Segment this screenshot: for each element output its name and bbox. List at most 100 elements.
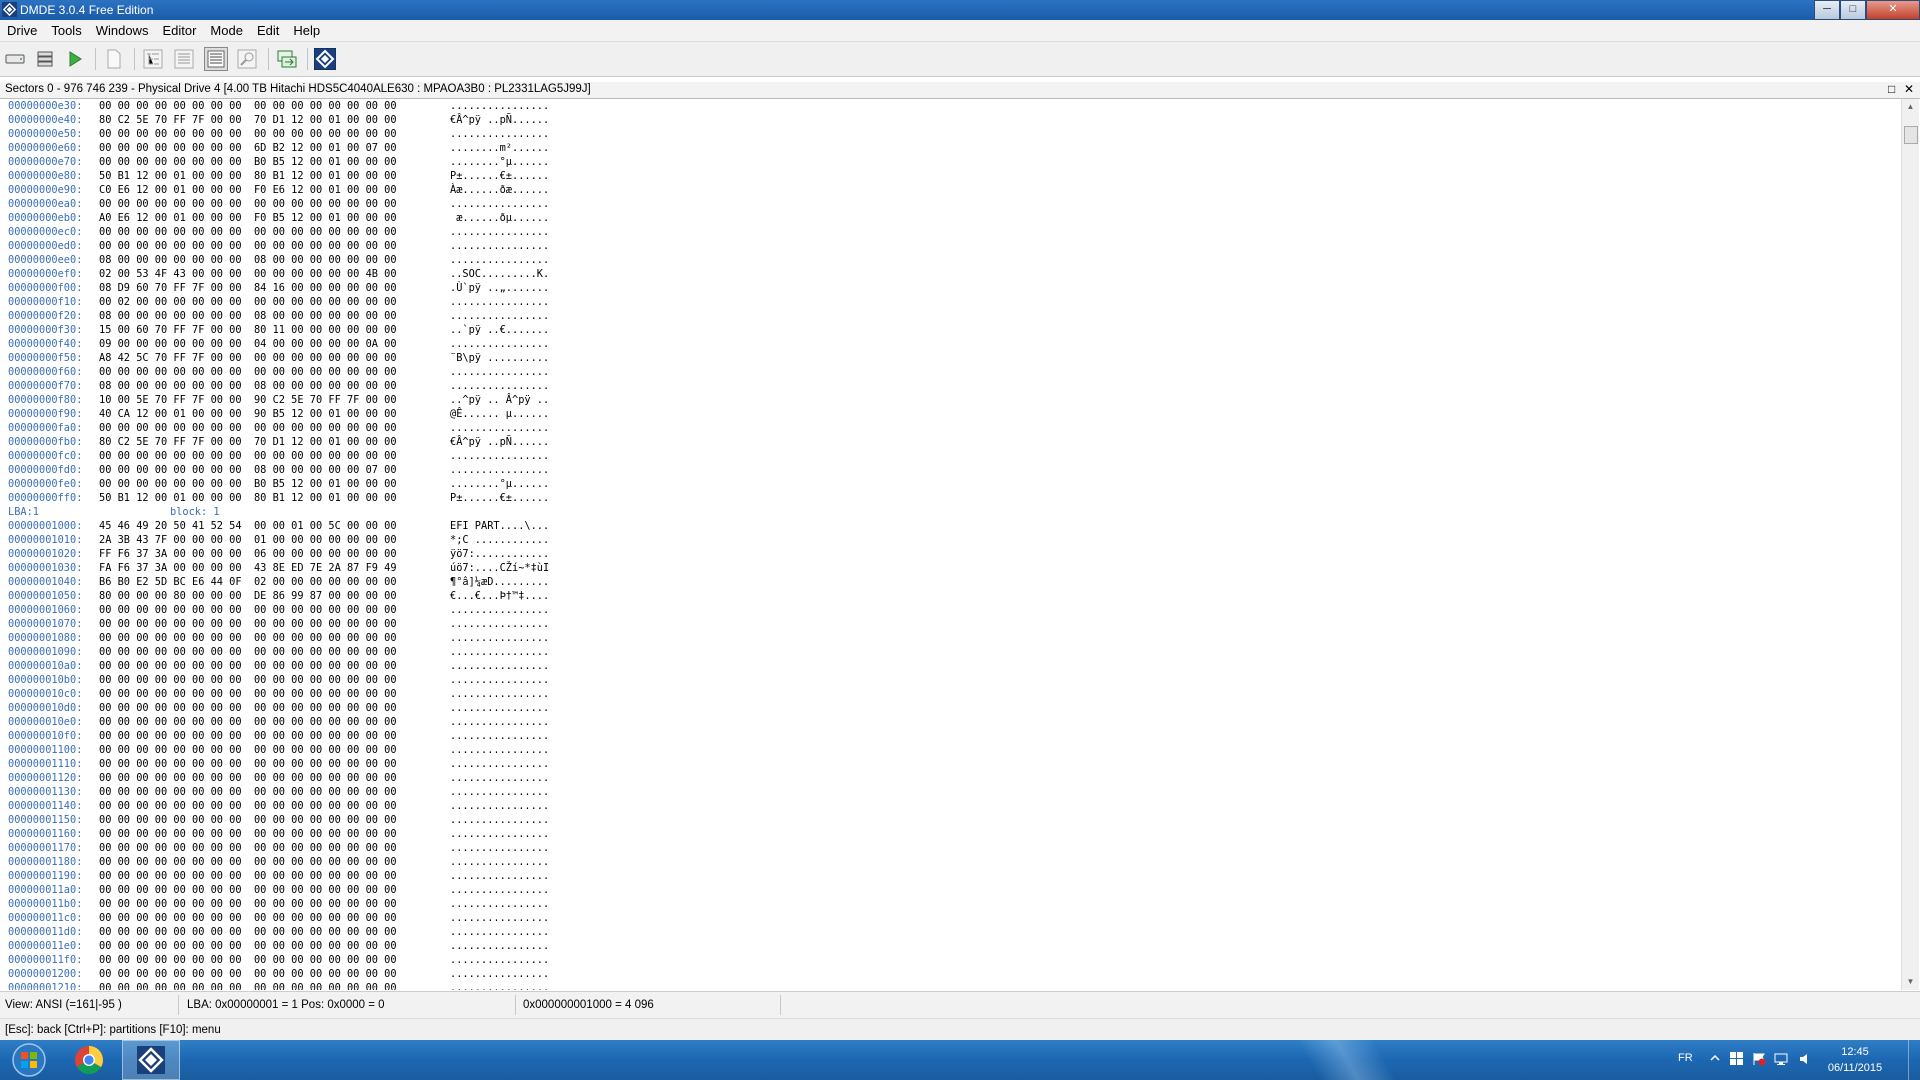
hex-row[interactable]: 00000001090: 00 00 00 00 00 00 00 00 00 0…	[0, 645, 1900, 659]
clock[interactable]: 12:45 06/11/2015	[1825, 1044, 1885, 1076]
close-button[interactable]: ✕	[1866, 0, 1920, 20]
ascii-text[interactable]: ................	[450, 729, 549, 743]
ascii-text[interactable]: ................	[450, 813, 549, 827]
menu-editor[interactable]: Editor	[155, 20, 203, 38]
hex-row[interactable]: 00000001210: 00 00 00 00 00 00 00 00 00 0…	[0, 981, 1900, 990]
hex-row[interactable]: 00000000e30: 00 00 00 00 00 00 00 00 00 0…	[0, 99, 1900, 113]
hex-row[interactable]: 00000000ff0: 50 B1 12 00 01 00 00 00 80 B…	[0, 491, 1900, 505]
hex-bytes[interactable]: FF F6 37 3A 00 00 00 00 06 00 00 00 00 0…	[99, 547, 397, 561]
ascii-text[interactable]: ........°µ......	[450, 477, 549, 491]
ascii-text[interactable]: ................	[450, 869, 549, 883]
volume-icon[interactable]	[1798, 1052, 1812, 1069]
hex-bytes[interactable]: 50 B1 12 00 01 00 00 00 80 B1 12 00 01 0…	[99, 169, 397, 183]
lba-marker-row[interactable]: LBA:1 block: 1	[0, 505, 1900, 519]
ascii-text[interactable]: ................	[450, 967, 549, 981]
hex-bytes[interactable]: 00 00 00 00 00 00 00 00 00 00 00 00 00 0…	[99, 883, 397, 897]
hex-bytes[interactable]: 00 00 00 00 00 00 00 00 00 00 00 00 00 0…	[99, 785, 397, 799]
hex-row[interactable]: 00000000ea0: 00 00 00 00 00 00 00 00 00 0…	[0, 197, 1900, 211]
ascii-text[interactable]: P±......€±......	[450, 491, 549, 505]
hex-bytes[interactable]: 00 00 00 00 00 00 00 00 00 00 00 00 00 0…	[99, 855, 397, 869]
menu-edit[interactable]: Edit	[250, 20, 286, 38]
ascii-text[interactable]: ................	[450, 981, 549, 990]
hex-bytes[interactable]: 40 CA 12 00 01 00 00 00 90 B5 12 00 01 0…	[99, 407, 397, 421]
ascii-text[interactable]: ................	[450, 365, 549, 379]
hex-bytes[interactable]: 00 00 00 00 00 00 00 00 00 00 00 00 00 0…	[99, 673, 397, 687]
hex-view[interactable]: 00000000e30: 00 00 00 00 00 00 00 00 00 0…	[0, 99, 1900, 990]
panel-restore-button[interactable]: □	[1888, 82, 1895, 96]
ascii-text[interactable]: ................	[450, 337, 549, 351]
hex-row[interactable]: 00000001000: 45 46 49 20 50 41 52 54 00 0…	[0, 519, 1900, 533]
ascii-text[interactable]: úö7:....CŽí~*‡ùI	[450, 561, 549, 575]
play-icon[interactable]	[63, 47, 87, 71]
ascii-text[interactable]: ................	[450, 617, 549, 631]
show-desktop-button[interactable]	[1908, 1040, 1920, 1080]
hex-row[interactable]: 000000011a0: 00 00 00 00 00 00 00 00 00 0…	[0, 883, 1900, 897]
hex-row[interactable]: 00000000fc0: 00 00 00 00 00 00 00 00 00 0…	[0, 449, 1900, 463]
hex-row[interactable]: 00000000f50: A8 42 5C 70 FF 7F 00 00 00 0…	[0, 351, 1900, 365]
hex-bytes[interactable]: 00 00 00 00 00 00 00 00 00 00 00 00 00 0…	[99, 197, 397, 211]
ascii-text[interactable]: ................	[450, 757, 549, 771]
ascii-text[interactable]: ................	[450, 99, 549, 113]
hex-bytes[interactable]: 00 00 00 00 00 00 00 00 00 00 00 00 00 0…	[99, 701, 397, 715]
hex-bytes[interactable]: 00 00 00 00 00 00 00 00 00 00 00 00 00 0…	[99, 659, 397, 673]
hex-row[interactable]: 00000000f80: 10 00 5E 70 FF 7F 00 00 90 C…	[0, 393, 1900, 407]
ascii-text[interactable]: .Ù`pÿ ..„.......	[450, 281, 549, 295]
ascii-text[interactable]: Àæ......ðæ......	[450, 183, 549, 197]
ascii-text[interactable]: ................	[450, 379, 549, 393]
ascii-text[interactable]: ................	[450, 253, 549, 267]
hex-row[interactable]: 00000000eb0: A0 E6 12 00 01 00 00 00 F0 B…	[0, 211, 1900, 225]
hex-bytes[interactable]: 00 00 00 00 00 00 00 00 00 00 00 00 00 0…	[99, 617, 397, 631]
hex-row[interactable]: 00000000f60: 00 00 00 00 00 00 00 00 00 0…	[0, 365, 1900, 379]
hex-row[interactable]: 00000000f70: 08 00 00 00 00 00 00 00 08 0…	[0, 379, 1900, 393]
tree-view-icon[interactable]	[141, 47, 165, 71]
hex-bytes[interactable]: 50 B1 12 00 01 00 00 00 80 B1 12 00 01 0…	[99, 491, 397, 505]
hex-bytes[interactable]: 00 00 00 00 00 00 00 00 00 00 00 00 00 0…	[99, 365, 397, 379]
ascii-text[interactable]: €Â^pÿ ..pÑ......	[450, 435, 549, 449]
hex-bytes[interactable]: A8 42 5C 70 FF 7F 00 00 00 00 00 00 00 0…	[99, 351, 397, 365]
ascii-text[interactable]: ................	[450, 449, 549, 463]
hex-row[interactable]: 00000001120: 00 00 00 00 00 00 00 00 00 0…	[0, 771, 1900, 785]
hex-row[interactable]: 00000000f40: 09 00 00 00 00 00 00 00 04 0…	[0, 337, 1900, 351]
hex-bytes[interactable]: 00 00 00 00 00 00 00 00 00 00 00 00 00 0…	[99, 449, 397, 463]
ascii-text[interactable]: æ......ðµ......	[450, 211, 549, 225]
hex-bytes[interactable]: 00 00 00 00 00 00 00 00 00 00 00 00 00 0…	[99, 939, 397, 953]
partitions-icon[interactable]	[33, 47, 57, 71]
hex-row[interactable]: 00000001130: 00 00 00 00 00 00 00 00 00 0…	[0, 785, 1900, 799]
ascii-text[interactable]: ................	[450, 799, 549, 813]
language-indicator[interactable]: FR	[1678, 1052, 1693, 1064]
hex-bytes[interactable]: 15 00 60 70 FF 7F 00 00 80 11 00 00 00 0…	[99, 323, 397, 337]
ascii-text[interactable]: *;C ............	[450, 533, 549, 547]
hex-bytes[interactable]: 00 00 00 00 00 00 00 00 6D B2 12 00 01 0…	[99, 141, 397, 155]
hex-bytes[interactable]: 00 00 00 00 00 00 00 00 00 00 00 00 00 0…	[99, 981, 397, 990]
hex-bytes[interactable]: 00 00 00 00 00 00 00 00 00 00 00 00 00 0…	[99, 421, 397, 435]
ascii-text[interactable]: ................	[450, 883, 549, 897]
ascii-text[interactable]: ................	[450, 827, 549, 841]
ascii-text[interactable]: P±......€±......	[450, 169, 549, 183]
hex-bytes[interactable]: 02 00 53 4F 43 00 00 00 00 00 00 00 00 0…	[99, 267, 397, 281]
dmde-logo-icon[interactable]	[313, 47, 337, 71]
ascii-text[interactable]: ÿö7:............	[450, 547, 549, 561]
ascii-text[interactable]: ................	[450, 127, 549, 141]
hex-bytes[interactable]: 80 00 00 00 80 00 00 00 DE 86 99 87 00 0…	[99, 589, 397, 603]
show-hidden-icons-icon[interactable]	[1710, 1053, 1720, 1066]
hex-row[interactable]: 00000001080: 00 00 00 00 00 00 00 00 00 0…	[0, 631, 1900, 645]
action-center-flag-icon[interactable]	[1752, 1052, 1766, 1069]
ascii-text[interactable]: ................	[450, 309, 549, 323]
hex-row[interactable]: 00000000f20: 08 00 00 00 00 00 00 00 08 0…	[0, 309, 1900, 323]
hex-bytes[interactable]: 80 C2 5E 70 FF 7F 00 00 70 D1 12 00 01 0…	[99, 113, 397, 127]
new-file-icon[interactable]	[102, 47, 126, 71]
hex-row[interactable]: 00000001110: 00 00 00 00 00 00 00 00 00 0…	[0, 757, 1900, 771]
hex-bytes[interactable]: 00 00 00 00 00 00 00 00 00 00 00 00 00 0…	[99, 743, 397, 757]
ascii-text[interactable]: ................	[450, 239, 549, 253]
hex-row[interactable]: 00000001190: 00 00 00 00 00 00 00 00 00 0…	[0, 869, 1900, 883]
network-icon[interactable]	[1774, 1052, 1790, 1069]
hex-bytes[interactable]: 00 00 00 00 00 00 00 00 00 00 00 00 00 0…	[99, 239, 397, 253]
hex-row[interactable]: 000000010f0: 00 00 00 00 00 00 00 00 00 0…	[0, 729, 1900, 743]
hex-row[interactable]: 00000000fb0: 80 C2 5E 70 FF 7F 00 00 70 D…	[0, 435, 1900, 449]
ascii-text[interactable]: ................	[450, 771, 549, 785]
ascii-text[interactable]: ................	[450, 715, 549, 729]
ascii-text[interactable]: ¶°â]¼æD.........	[450, 575, 549, 589]
hex-row[interactable]: 00000000ec0: 00 00 00 00 00 00 00 00 00 0…	[0, 225, 1900, 239]
maximize-button[interactable]: □	[1840, 0, 1866, 20]
copy-sectors-icon[interactable]	[275, 47, 299, 71]
